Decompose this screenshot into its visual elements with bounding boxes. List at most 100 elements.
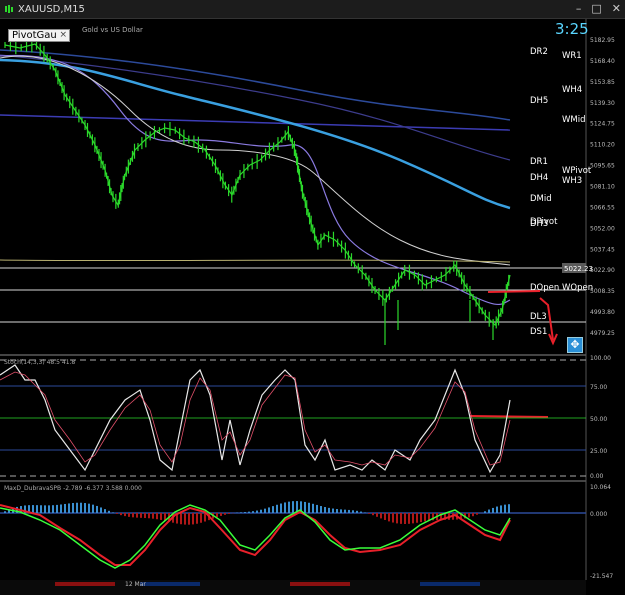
macd-histogram-bar	[112, 512, 114, 513]
macd-histogram-bar	[484, 511, 486, 513]
minimize-icon[interactable]: –	[576, 2, 582, 15]
macd-histogram-bar	[36, 505, 38, 513]
macd-header: MaxD_DubravaSPB -2.789 -6.377 3.588 0.00…	[4, 485, 142, 492]
macd-histogram-bar	[52, 505, 54, 513]
server-clock: 3:25	[555, 20, 589, 38]
macd-histogram-bar	[216, 513, 218, 518]
pivot-label: WOpen	[562, 283, 593, 293]
macd-histogram-bar	[324, 507, 326, 513]
price-axis-tick: 5008.35	[590, 288, 615, 295]
crosshair-icon: ✥	[570, 338, 580, 351]
macd-histogram-bar	[416, 513, 418, 523]
macd-histogram-bar	[328, 507, 330, 513]
close-icon[interactable]: ×	[59, 30, 67, 40]
pivot-label: DMid	[530, 194, 552, 204]
macd-histogram-bar	[88, 503, 90, 513]
macd-histogram-bar	[248, 511, 250, 513]
macd-histogram-bar	[148, 513, 150, 519]
macd-histogram-bar	[488, 509, 490, 513]
macd-histogram-bar	[360, 511, 362, 513]
macd-histogram-bar	[368, 513, 370, 514]
macd-histogram-bar	[420, 513, 422, 523]
price-axis-tick: 5095.65	[590, 163, 615, 170]
macd-histogram-bar	[72, 503, 74, 513]
macd-histogram-bar	[276, 504, 278, 513]
svg-text:25.00: 25.00	[590, 448, 607, 455]
stoch-header: Stoch(14,3,3) 48.5 41.8	[4, 359, 75, 366]
macd-histogram-bar	[468, 513, 470, 518]
macd-histogram-bar	[288, 501, 290, 513]
macd-histogram-bar	[40, 505, 42, 513]
price-axis-tick: 5081.10	[590, 184, 615, 191]
macd-histogram-bar	[124, 513, 126, 517]
price-axis-tick: 5182.95	[590, 37, 615, 44]
macd-histogram-bar	[496, 506, 498, 513]
maximize-icon[interactable]: □	[591, 2, 601, 15]
macd-histogram-bar	[188, 513, 190, 525]
close-icon[interactable]: ✕	[612, 2, 621, 15]
macd-histogram-bar	[412, 513, 414, 524]
macd-histogram-bar	[128, 513, 130, 517]
pivot-label: WMid	[562, 115, 586, 125]
macd-histogram-bar	[48, 505, 50, 513]
chart-canvas[interactable]: 5182.95 5168.40 5153.85 5139.30 5124.75 5110.…	[0, 19, 625, 595]
pivot-label: WR1	[562, 51, 582, 61]
price-axis-tick: 5037.45	[590, 246, 615, 253]
price-axis-tick: 4993.80	[590, 309, 615, 316]
macd-histogram-bar	[240, 512, 242, 513]
macd-histogram-bar	[152, 513, 154, 519]
macd-histogram-bar	[84, 503, 86, 513]
macd-histogram-bar	[492, 507, 494, 513]
macd-histogram-bar	[404, 513, 406, 524]
macd-histogram-bar	[264, 508, 266, 513]
macd-histogram-bar	[284, 502, 286, 513]
macd-histogram-bar	[108, 510, 110, 513]
macd-histogram-bar	[280, 503, 282, 513]
macd-histogram-bar	[352, 510, 354, 513]
pivot-indicator-label: PivotGau	[12, 30, 57, 41]
macd-histogram-bar	[476, 513, 478, 515]
chart-app-icon	[5, 5, 13, 13]
macd-histogram-bar	[224, 513, 226, 515]
price-axis-tick: 5052.00	[590, 225, 615, 232]
svg-text:10.064: 10.064	[590, 484, 611, 491]
pivot-label: DH4	[530, 173, 548, 183]
macd-histogram-bar	[104, 509, 106, 513]
macd-histogram-bar	[196, 513, 198, 524]
macd-histogram-bar	[308, 502, 310, 513]
macd-histogram-bar	[340, 509, 342, 513]
macd-histogram-bar	[68, 503, 70, 513]
macd-histogram-bar	[244, 512, 246, 513]
macd-histogram-bar	[500, 505, 502, 513]
window-controls: – □ ✕	[576, 2, 621, 15]
price-axis-tick: 5124.75	[590, 121, 615, 128]
macd-histogram-bar	[504, 504, 506, 513]
pivot-label: WH3	[562, 176, 582, 186]
macd-histogram-bar	[116, 513, 118, 514]
pivot-indicator-button[interactable]: PivotGau ×	[8, 29, 70, 42]
macd-histogram-bar	[272, 506, 274, 513]
macd-histogram-bar	[320, 506, 322, 513]
svg-text:75.00: 75.00	[590, 384, 607, 391]
macd-histogram-bar	[96, 505, 98, 513]
macd-histogram-bar	[472, 513, 474, 517]
macd-histogram-bar	[156, 513, 158, 520]
scroll-crosshair-button[interactable]: ✥	[567, 337, 583, 353]
pivot-label: DH5	[530, 96, 548, 106]
time-axis-label: 12 Mar	[125, 581, 146, 588]
svg-text:0.000: 0.000	[590, 511, 607, 518]
price-axis-tick: 4979.25	[590, 330, 615, 337]
macd-histogram-bar	[312, 503, 314, 513]
current-price-label: 5022.23	[564, 265, 593, 273]
price-axis-tick: 5139.30	[590, 100, 615, 107]
price-axis-tick: 5066.55	[590, 204, 615, 211]
macd-histogram-bar	[140, 513, 142, 518]
macd-histogram-bar	[388, 513, 390, 522]
macd-histogram-bar	[344, 509, 346, 513]
macd-histogram-bar	[508, 504, 510, 513]
window-title: XAUUSD,M15	[18, 3, 85, 15]
macd-histogram-bar	[64, 503, 66, 513]
price-axis-tick: 5168.40	[590, 58, 615, 65]
pivot-label: DS1	[530, 327, 547, 337]
macd-histogram-bar	[32, 505, 34, 513]
